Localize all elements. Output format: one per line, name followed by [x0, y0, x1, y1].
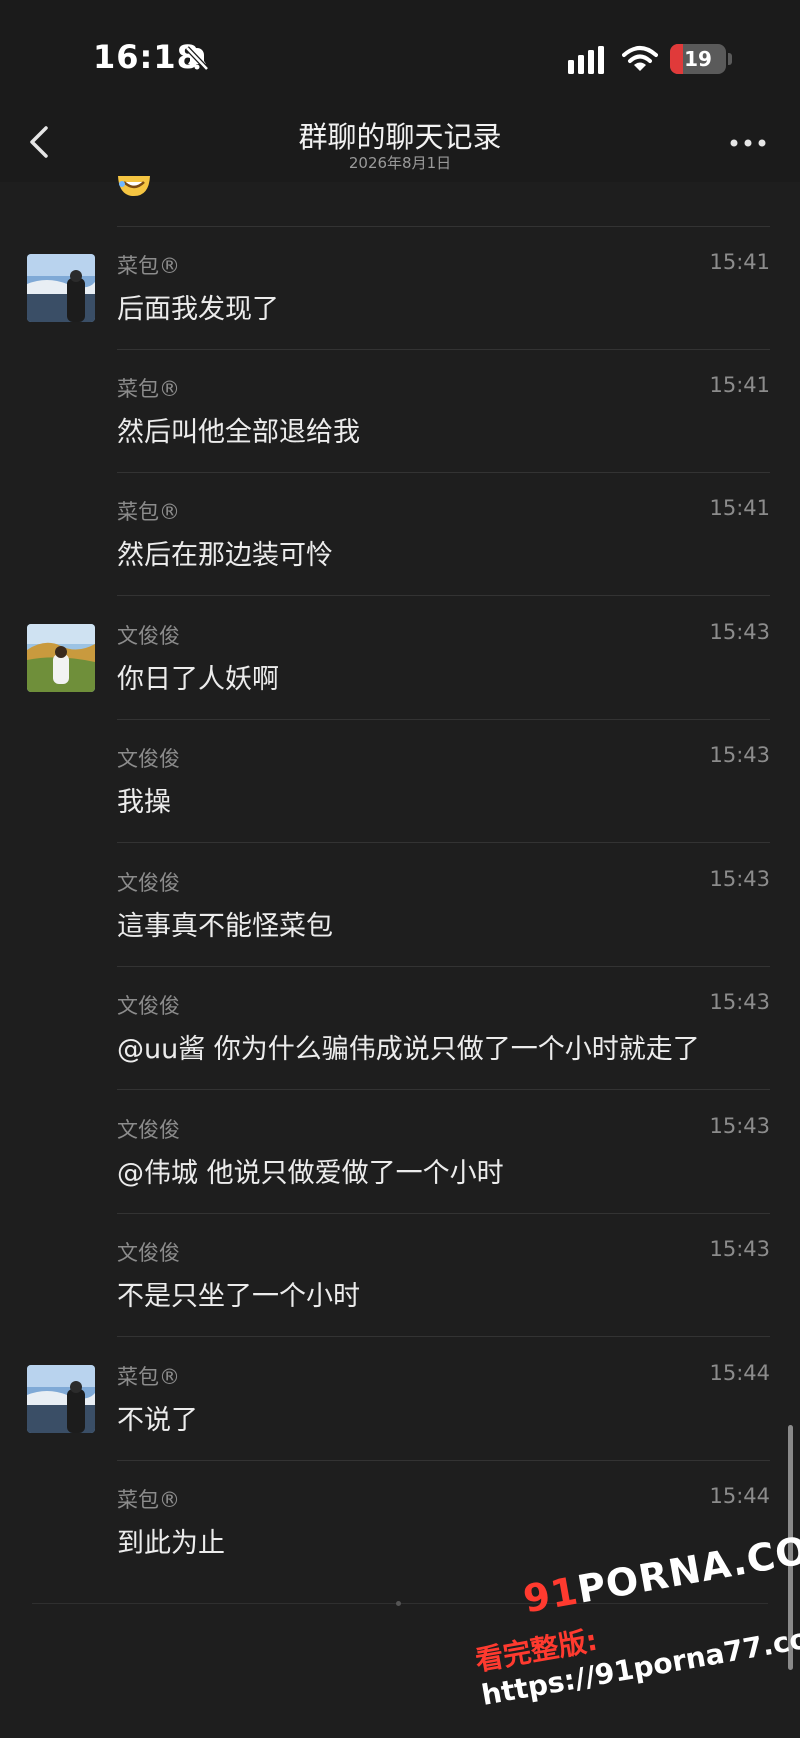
watermark-logo-prefix: 91: [520, 1568, 582, 1622]
message-sender: 文俊俊: [117, 994, 180, 1018]
cellular-signal-icon: [568, 46, 604, 74]
message-divider: [117, 842, 770, 843]
message-time: 15:44: [709, 1361, 770, 1385]
message-time: 15:41: [709, 496, 770, 520]
message-sender: 文俊俊: [117, 1118, 180, 1142]
message-item[interactable]: 菜包® 15:41 后面我发现了: [0, 227, 800, 350]
message-text: 到此为止: [117, 1528, 225, 1559]
message-text: 后面我发现了: [117, 294, 279, 325]
message-sender: 文俊俊: [117, 1241, 180, 1265]
avatar-caibao-image: [27, 254, 95, 322]
message-time: 15:43: [709, 867, 770, 891]
avatar-caibao-image: [27, 1365, 95, 1433]
message-item[interactable]: 文俊俊 15:43 這事真不能怪菜包: [0, 844, 800, 967]
battery-percent: 19: [684, 47, 712, 71]
message-text: 你日了人妖啊: [117, 664, 279, 695]
message-item[interactable]: 文俊俊 15:43 @uu酱 你为什么骗伟成说只做了一个小时就走了: [0, 967, 800, 1090]
more-options-icon[interactable]: [728, 136, 768, 150]
message-time: 15:41: [709, 373, 770, 397]
message-sender: 文俊俊: [117, 747, 180, 771]
wifi-icon: [622, 46, 658, 71]
avatar-wenjunjun-image: [27, 624, 95, 692]
message-text: 我操: [117, 787, 171, 818]
message-divider: [117, 1336, 770, 1337]
message-item[interactable]: 文俊俊 15:43 @伟城 他说只做爱做了一个小时: [0, 1091, 800, 1214]
battery-icon: 19: [670, 44, 726, 74]
message-sender: 菜包®: [117, 1488, 180, 1512]
message-divider: [117, 595, 770, 596]
message-item[interactable]: 文俊俊 15:43 你日了人妖啊: [0, 597, 800, 720]
message-item[interactable]: 菜包® 15:41 然后叫他全部退给我: [0, 350, 800, 473]
message-item[interactable]: 菜包® 15:44 不说了: [0, 1338, 800, 1461]
avatar[interactable]: [27, 624, 95, 692]
message-sender: 菜包®: [117, 500, 180, 524]
message-text: @伟城 他说只做爱做了一个小时: [117, 1158, 504, 1189]
message-time: 15:44: [709, 1484, 770, 1508]
message-text: 不是只坐了一个小时: [117, 1281, 360, 1312]
message-text: @uu酱 你为什么骗伟成说只做了一个小时就走了: [117, 1034, 700, 1065]
message-item[interactable]: 菜包® 15:41 然后在那边装可怜: [0, 473, 800, 596]
message-text: 然后叫他全部退给我: [117, 417, 360, 448]
page-title: 群聊的聊天记录: [298, 120, 502, 154]
page-subtitle-date: 2026年8月1日: [348, 154, 452, 172]
message-time: 15:43: [709, 620, 770, 644]
message-time: 15:43: [709, 743, 770, 767]
message-sender: 文俊俊: [117, 624, 180, 648]
message-sender: 菜包®: [117, 254, 180, 278]
message-time: 15:43: [709, 1237, 770, 1261]
message-sender: 菜包®: [117, 377, 180, 401]
bell-muted-icon: [185, 46, 209, 71]
message-time: 15:43: [709, 1114, 770, 1138]
message-item[interactable]: 文俊俊 15:43 我操: [0, 720, 800, 843]
laughing-emoji-icon: [118, 176, 150, 196]
message-time: 15:41: [709, 250, 770, 274]
message-item[interactable]: 文俊俊 15:43 不是只坐了一个小时: [0, 1214, 800, 1337]
message-text: 然后在那边装可怜: [117, 540, 333, 571]
nav-bar: 群聊的聊天记录 2026年8月1日: [0, 110, 800, 182]
status-bar: 16:18 19: [0, 0, 800, 110]
end-of-history-dot: [396, 1601, 401, 1606]
message-text: 不说了: [117, 1405, 198, 1436]
message-time: 15:43: [709, 990, 770, 1014]
avatar[interactable]: [27, 1365, 95, 1433]
message-sender: 文俊俊: [117, 871, 180, 895]
battery-tip: [728, 53, 732, 65]
message-text: 這事真不能怪菜包: [117, 911, 333, 942]
message-divider: [117, 1089, 770, 1090]
avatar[interactable]: [27, 254, 95, 322]
message-sender: 菜包®: [117, 1365, 180, 1389]
